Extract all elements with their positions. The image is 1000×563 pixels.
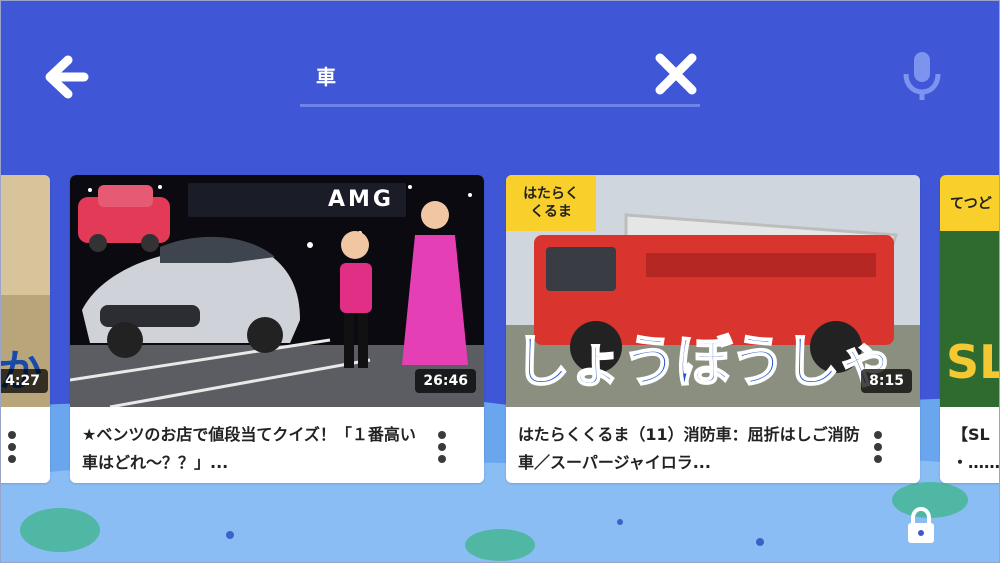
video-duration: 4:27 bbox=[0, 369, 48, 393]
search-field[interactable]: 車 bbox=[300, 55, 700, 107]
close-icon bbox=[655, 53, 697, 95]
category-badge: てつど bbox=[940, 175, 1000, 231]
video-thumbnail: てつど SL bbox=[940, 175, 1000, 407]
brand-logo-text: AMG bbox=[328, 187, 394, 212]
video-title: 【SL ・…とめ bbox=[952, 425, 1000, 472]
video-card-2[interactable]: はたらく くるま しょうぼうしゃ 8:15 はたらくくるま（11）消防車：屈折は… bbox=[506, 175, 920, 483]
more-options-button[interactable] bbox=[434, 427, 450, 469]
thumbnail-caption: SL bbox=[946, 335, 1000, 389]
arrow-left-icon bbox=[45, 55, 89, 99]
back-button[interactable] bbox=[40, 52, 90, 102]
clear-search-button[interactable] bbox=[652, 50, 700, 98]
video-thumbnail: AMG 26:46 bbox=[70, 175, 484, 407]
parental-lock-button[interactable] bbox=[906, 506, 936, 545]
video-card-1[interactable]: AMG 26:46 ★ベンツのお店で値段当てクイズ！「１番高い車はどれ〜？？」.… bbox=[70, 175, 484, 483]
microphone-icon bbox=[903, 52, 941, 100]
more-vertical-icon bbox=[4, 431, 20, 463]
video-card-3[interactable]: てつど SL 【SL ・…とめ bbox=[940, 175, 1000, 483]
search-underline bbox=[300, 104, 700, 107]
brand-logo: AMG bbox=[188, 183, 406, 217]
category-badge: はたらく くるま bbox=[506, 175, 596, 231]
search-query: 車 bbox=[316, 65, 336, 89]
video-title: ★ベンツのお店で値段当てクイズ！「１番高い車はどれ〜？？」... bbox=[82, 425, 416, 472]
video-meta: ★ベンツのお店で値段当てクイズ！「１番高い車はどれ〜？？」... bbox=[70, 407, 484, 483]
video-thumbnail: か 4:27 bbox=[0, 175, 50, 407]
video-duration: 8:15 bbox=[861, 369, 912, 393]
search-header: 車 bbox=[0, 0, 1000, 150]
video-meta bbox=[0, 407, 50, 483]
lock-icon bbox=[908, 506, 934, 543]
more-options-button[interactable] bbox=[4, 427, 20, 469]
category-badge-label: てつど bbox=[950, 196, 992, 212]
more-options-button[interactable] bbox=[870, 427, 886, 469]
video-card-0[interactable]: か 4:27 bbox=[0, 175, 50, 483]
voice-search-button[interactable] bbox=[900, 50, 944, 102]
category-badge-label: はたらく くるま bbox=[523, 186, 579, 220]
video-meta: 【SL ・…とめ bbox=[940, 407, 1000, 483]
more-vertical-icon bbox=[870, 431, 886, 463]
video-meta: はたらくくるま（11）消防車：屈折はしご消防車／スーパージャイロラ... bbox=[506, 407, 920, 483]
thumbnail-caption: しょうぼうしゃ bbox=[513, 329, 895, 396]
video-title: はたらくくるま（11）消防車：屈折はしご消防車／スーパージャイロラ... bbox=[518, 425, 860, 472]
video-thumbnail: はたらく くるま しょうぼうしゃ 8:15 bbox=[506, 175, 920, 407]
more-vertical-icon bbox=[434, 431, 450, 463]
video-duration: 26:46 bbox=[415, 369, 476, 393]
